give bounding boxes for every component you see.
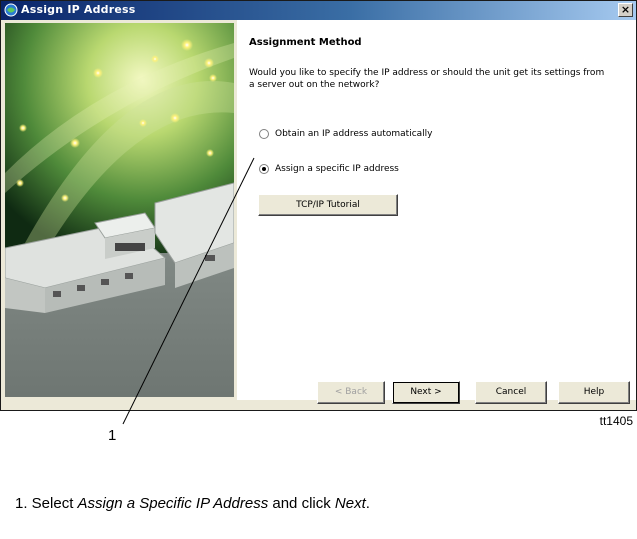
caption-end: . bbox=[365, 495, 370, 512]
radio-label: Assign a specific IP address bbox=[275, 164, 399, 174]
radio-button-unchecked[interactable] bbox=[259, 129, 269, 139]
radio-assign-specific[interactable]: Assign a specific IP address bbox=[259, 164, 399, 174]
tcpip-tutorial-button[interactable]: TCP/IP Tutorial bbox=[258, 194, 398, 216]
caption-emphasis-next: Next bbox=[334, 495, 366, 512]
assign-ip-dialog: Assign IP Address × Assignment Method Wo… bbox=[0, 0, 637, 411]
radio-obtain-automatically[interactable]: Obtain an IP address automatically bbox=[259, 129, 433, 139]
device-illustration bbox=[5, 23, 234, 397]
radio-button-checked[interactable] bbox=[259, 164, 269, 174]
title-bar[interactable]: Assign IP Address × bbox=[1, 1, 636, 20]
figure-id: tt1405 bbox=[599, 414, 633, 428]
cancel-button[interactable]: Cancel bbox=[475, 381, 547, 404]
app-icon bbox=[4, 3, 18, 17]
window-title: Assign IP Address bbox=[21, 3, 136, 16]
close-button[interactable]: × bbox=[618, 3, 633, 17]
radio-label: Obtain an IP address automatically bbox=[275, 129, 433, 139]
caption-prefix: 1. Select bbox=[15, 495, 78, 512]
caption-middle: and click bbox=[268, 495, 335, 512]
next-button[interactable]: Next > bbox=[392, 381, 460, 404]
back-button[interactable]: < Back bbox=[317, 381, 385, 404]
instruction-caption: 1. Select Assign a Specific IP Address a… bbox=[15, 495, 370, 512]
help-button[interactable]: Help bbox=[558, 381, 630, 404]
content-panel: Assignment Method Would you like to spec… bbox=[237, 20, 636, 400]
question-text: Would you like to specify the IP address… bbox=[249, 68, 605, 90]
callout-number: 1 bbox=[108, 427, 117, 444]
caption-emphasis-option: Assign a Specific IP Address bbox=[77, 495, 269, 512]
page-heading: Assignment Method bbox=[249, 37, 362, 48]
